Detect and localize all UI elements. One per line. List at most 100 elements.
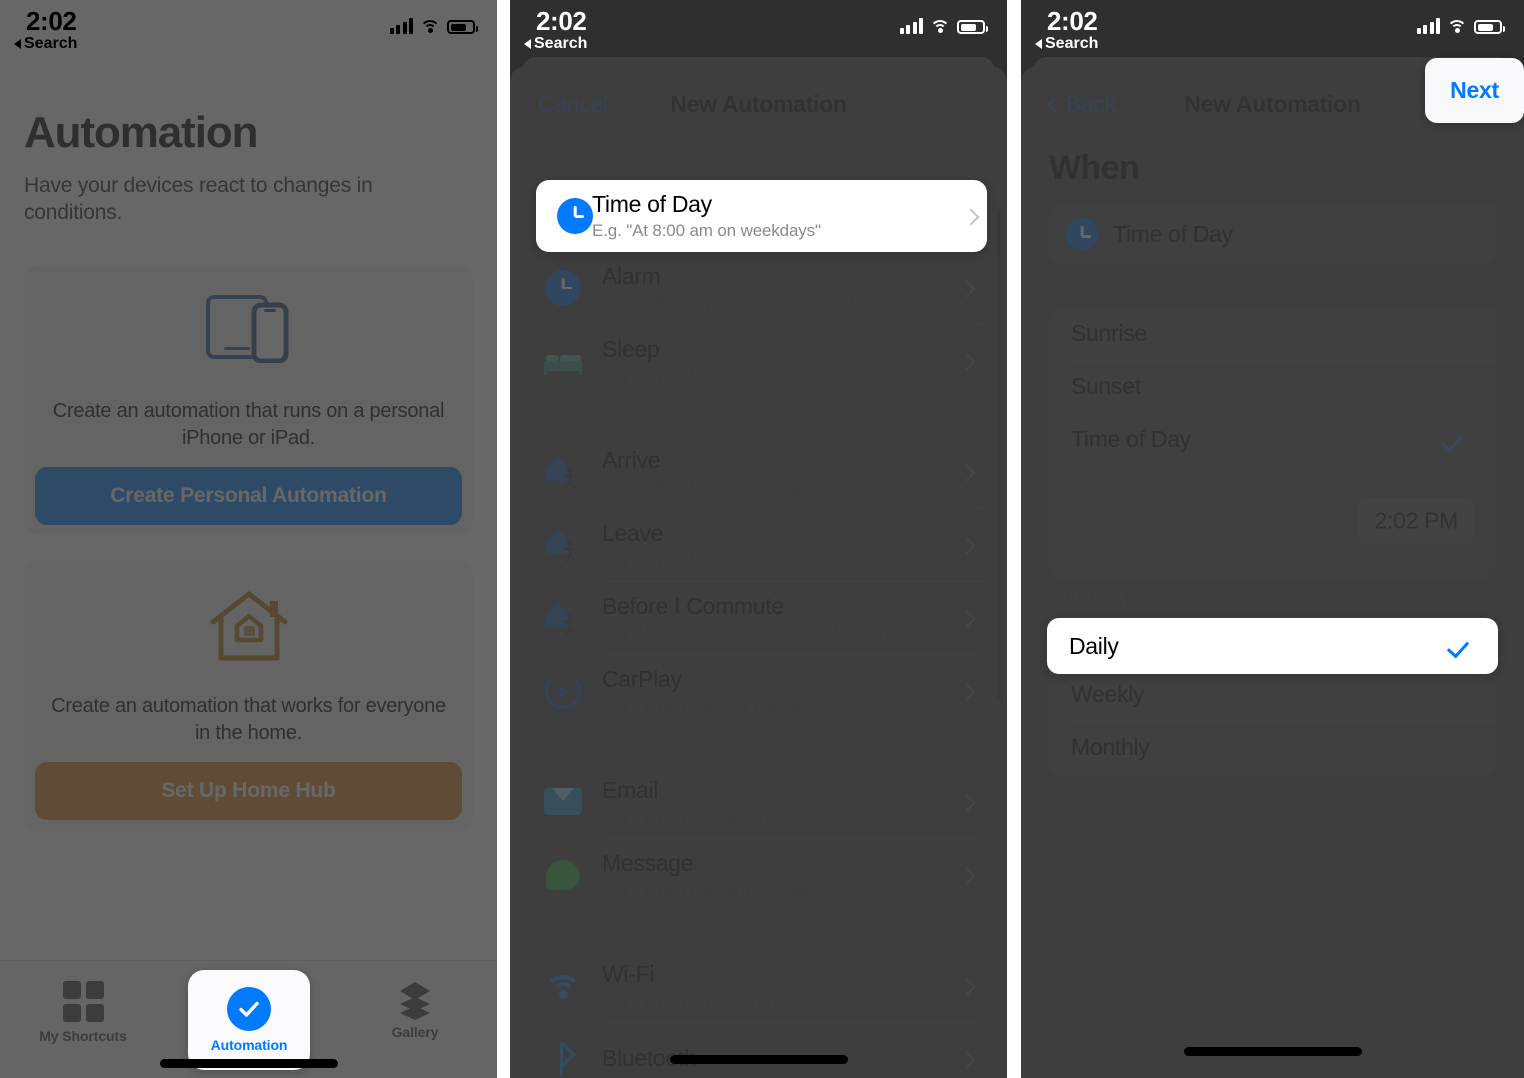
list-item-leave[interactable]: Leave E.g. "When I leave work" [534,508,983,581]
list-item-subtitle: E.g. "When I get a message from Mum" [602,879,895,899]
create-personal-automation-button[interactable]: Create Personal Automation [35,467,462,525]
scrollbar[interactable] [997,209,1001,699]
panel-gap-1 [497,0,510,1078]
status-back-label: Search [534,35,588,52]
list-item-bluetooth[interactable]: Bluetooth [534,1022,983,1078]
list-item-subtitle: E.g. "When Wind Down starts" [602,365,828,385]
checkmark-icon [1450,636,1474,656]
bluetooth-icon [542,1038,584,1078]
trigger-row-time-of-day[interactable]: Time of Day [1049,203,1496,265]
list-item-wifi[interactable]: Wi-Fi E.g. "When my iPhone joins home Wi… [534,949,983,1022]
trigger-list: Alarm E.g. "When my alarm has stopped" S… [510,169,1007,1078]
cellular-bars-icon [899,18,923,34]
repeat-option-label: Weekly [1071,681,1145,707]
status-back-to-search[interactable]: Search [524,35,587,53]
sheet-title: New Automation [670,91,847,117]
grid-icon [62,980,104,1022]
chevron-right-icon [961,683,971,699]
repeat-caption: REPEAT [1065,591,1133,608]
tab-my-shortcuts-label: My Shortcuts [39,1027,127,1044]
home-indicator [159,1059,338,1068]
list-item-subtitle: E.g. "At 8:00 am on weekdays" [592,221,821,240]
house-icon [24,588,473,669]
repeat-option-daily-highlighted[interactable]: Daily [1047,618,1498,674]
repeat-option-weekly[interactable]: Weekly [1049,668,1496,721]
tab-my-shortcuts[interactable]: My Shortcuts [23,975,143,1049]
next-label: Next [1450,77,1499,103]
set-up-home-hub-button[interactable]: Set Up Home Hub [35,762,462,820]
message-icon [542,854,584,896]
when-sheet: Back New Automation When Time of Day Sun… [1021,67,1524,1078]
status-back-to-search[interactable]: Search [14,35,77,53]
panel-automation-home: Automation Have your devices react to ch… [0,0,497,1078]
chevron-right-icon [961,978,971,994]
list-item-message[interactable]: Message E.g. "When I get a message from … [534,838,983,911]
list-item-time-of-day-highlighted[interactable]: Time of Day E.g. "At 8:00 am on weekdays… [536,180,987,252]
trigger-label: Time of Day [1113,220,1233,247]
wifi-icon [420,18,440,34]
list-item-title: Email [602,776,659,803]
tab-automation[interactable]: Automation [188,970,310,1070]
option-sunset[interactable]: Sunset [1049,360,1496,413]
personal-automation-card: Create an automation that runs on a pers… [24,265,473,535]
list-item-subtitle: E.g. "When I arrive at the gym" [602,476,830,496]
list-item-carplay[interactable]: CarPlay E.g. "When CarPlay connects" [534,654,983,727]
list-item-subtitle: E.g. "When my alarm has stopped" [602,292,861,312]
cellular-bars-icon [1416,18,1440,34]
home-indicator [1183,1047,1362,1056]
chevron-right-icon [961,464,971,480]
repeat-option-monthly[interactable]: Monthly [1049,721,1496,774]
chevron-right-icon [961,610,971,626]
panel-new-automation-when: Back New Automation When Time of Day Sun… [1021,0,1524,1078]
clock-icon [1065,217,1099,251]
status-back-label: Search [1045,35,1099,52]
option-label: Time of Day [1071,426,1191,452]
wifi-icon [930,18,950,34]
status-back-to-search[interactable]: Search [1035,35,1098,53]
status-indicators [899,18,988,34]
list-item-title: Sleep [602,335,660,362]
option-sunrise[interactable]: Sunrise [1049,307,1496,360]
home-automation-description: Create an automation that works for ever… [51,695,446,744]
option-time-of-day[interactable]: Time of Day [1049,413,1496,466]
battery-icon [1474,20,1505,34]
page-title: Automation [24,108,259,157]
three-panel-screenshot: Automation Have your devices react to ch… [0,0,1524,1078]
personal-automation-description: Create an automation that runs on a pers… [52,400,445,449]
chevron-right-icon [961,1051,971,1067]
next-button[interactable]: Next [1425,58,1524,123]
time-options-block: Sunrise Sunset Time of Day 2:02 PM [1049,307,1496,579]
clock-icon [542,267,584,309]
list-item-before-i-commute[interactable]: Before I Commute E.g. "15 minutes before… [534,581,983,654]
chevron-right-icon [961,537,971,553]
bed-icon [542,340,584,382]
house-walk-icon [542,524,584,566]
list-item-sleep[interactable]: Sleep E.g. "When Wind Down starts" [534,324,983,397]
time-value[interactable]: 2:02 PM [1358,498,1474,544]
list-item-title: Time of Day [592,191,712,217]
house-walk-icon [542,597,584,639]
status-bar: 2:02 Search [0,0,497,60]
clock-icon [554,195,596,237]
list-item-alarm[interactable]: Alarm E.g. "When my alarm has stopped" [534,251,983,324]
battery-icon [447,20,478,34]
ipad-iphone-icon [24,293,473,368]
list-item-subtitle: E.g. "When CarPlay connects" [602,695,828,715]
time-picker-row[interactable]: 2:02 PM [1049,466,1496,576]
list-item-title: Wi-Fi [602,960,655,987]
repeat-option-label: Daily [1069,632,1119,659]
status-indicators [389,18,478,34]
status-time: 2:02 [536,6,587,36]
list-item-arrive[interactable]: Arrive E.g. "When I arrive at the gym" [534,435,983,508]
chevron-right-icon [965,208,975,224]
battery-icon [957,20,988,34]
section-divider [510,727,1007,765]
panel1-content: Automation Have your devices react to ch… [0,0,497,1078]
tab-gallery[interactable]: Gallery [355,975,475,1049]
list-item-email[interactable]: Email E.g. "When I get an email from Jan… [534,765,983,838]
panel-gap-2 [1007,0,1021,1078]
sheet-nav-bar: Cancel New Automation [510,67,1007,143]
chevron-right-icon [961,794,971,810]
chevron-right-icon [961,353,971,369]
list-item-subtitle: E.g. "15 minutes before I leave for work… [602,622,899,642]
